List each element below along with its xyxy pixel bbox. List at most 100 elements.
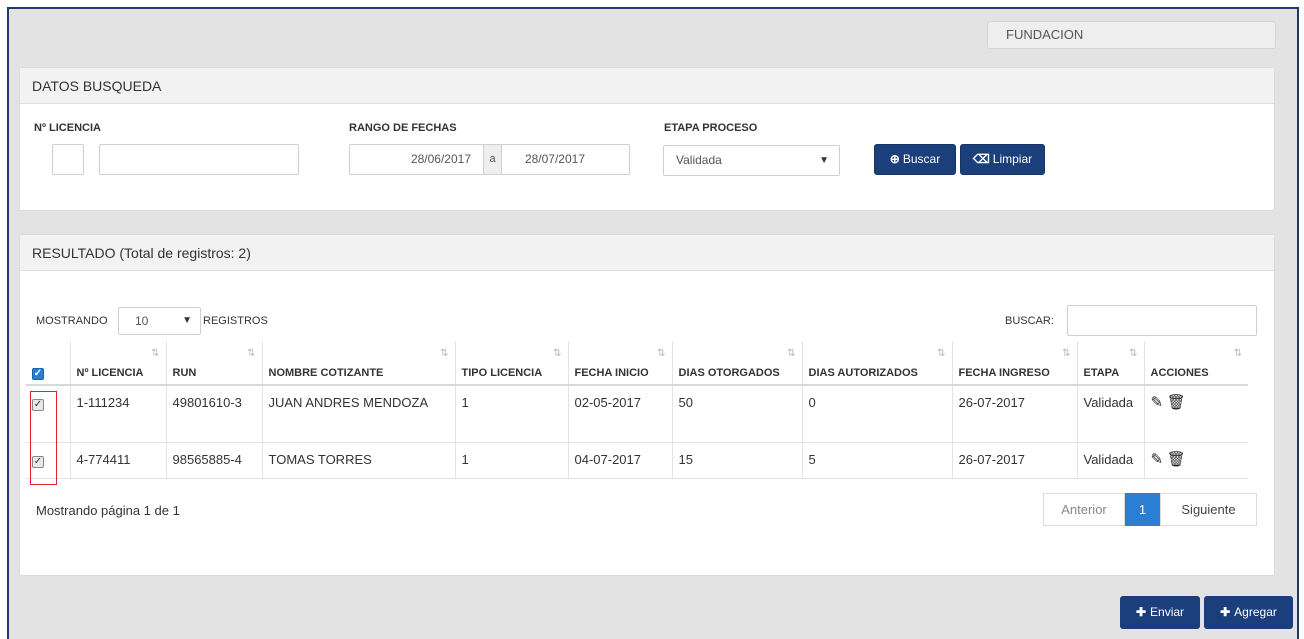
trash-icon[interactable]: 🗑 xyxy=(1167,394,1186,411)
magnifier-icon: ⊕ xyxy=(889,152,900,166)
cell-nombre: TOMAS TORRES xyxy=(262,442,456,479)
date-to-input[interactable]: 28/07/2017 xyxy=(501,144,630,175)
cell-run: 49801610-3 xyxy=(166,385,263,443)
show-label: MOSTRANDO xyxy=(36,315,108,327)
organization-badge: FUNDACION xyxy=(987,21,1276,49)
stage-label: ETAPA PROCESO xyxy=(664,122,758,134)
col-inicio[interactable]: FECHA INICIO ⇅ xyxy=(568,341,673,386)
cell-autorizados: 5 xyxy=(802,442,953,479)
add-button-label: Agregar xyxy=(1234,605,1277,619)
pencil-icon[interactable]: ✎ xyxy=(1151,394,1164,411)
col-run[interactable]: RUN ⇅ xyxy=(166,341,263,386)
app-frame: FUNDACION DATOS BUSQUEDA Nº LICENCIA RAN… xyxy=(7,7,1299,639)
eraser-icon: ⌫ xyxy=(972,152,990,166)
search-panel-title: DATOS BUSQUEDA xyxy=(20,68,1274,104)
sort-icon: ⇅ xyxy=(553,348,562,359)
trash-icon[interactable]: 🗑 xyxy=(1167,451,1186,468)
cell-inicio: 02-05-2017 xyxy=(568,385,673,443)
cell-licencia: 1-111234 xyxy=(70,385,167,443)
records-label: REGISTROS xyxy=(203,315,268,327)
pager-next-button[interactable]: Siguiente xyxy=(1160,493,1257,526)
cell-acciones: ✎ 🗑 xyxy=(1144,385,1248,443)
chevron-down-icon: ▼ xyxy=(182,315,192,326)
cell-etapa: Validada xyxy=(1077,385,1145,443)
date-range-label: RANGO DE FECHAS xyxy=(349,122,457,134)
cell-nombre: JUAN ANDRES MENDOZA xyxy=(262,385,456,443)
table-row: ✓ 4-774411 98565885-4 TOMAS TORRES 1 04-… xyxy=(26,442,1248,479)
sort-icon: ⇅ xyxy=(1062,348,1071,359)
license-label: Nº LICENCIA xyxy=(34,122,101,134)
license-prefix-input[interactable] xyxy=(52,144,84,175)
page-size-value: 10 xyxy=(135,314,149,328)
cell-otorgados: 15 xyxy=(672,442,803,479)
checkbox-highlight-box xyxy=(30,391,57,485)
col-tipo-label: TIPO LICENCIA xyxy=(461,367,543,379)
sort-icon: ⇅ xyxy=(787,348,796,359)
select-all-checkbox[interactable]: ✓ xyxy=(32,368,44,380)
search-button-label: Buscar xyxy=(902,152,941,166)
table-search-input[interactable] xyxy=(1067,305,1257,336)
send-button[interactable]: ✚ Enviar xyxy=(1120,596,1200,629)
col-licencia-label: Nº LICENCIA xyxy=(76,367,144,379)
col-etapa-label: ETAPA xyxy=(1083,367,1120,379)
table-row: ✓ 1-111234 49801610-3 JUAN ANDRES MENDOZ… xyxy=(26,385,1248,443)
col-run-label: RUN xyxy=(172,367,197,379)
cell-ingreso: 26-07-2017 xyxy=(952,385,1078,443)
pager-prev-button[interactable]: Anterior xyxy=(1043,493,1125,526)
sort-icon: ⇅ xyxy=(440,348,449,359)
col-otorgados[interactable]: DIAS OTORGADOS ⇅ xyxy=(672,341,803,386)
page-size-select[interactable]: 10 ▼ xyxy=(118,307,201,335)
col-nombre-label: NOMBRE COTIZANTE xyxy=(268,367,384,379)
cell-tipo: 1 xyxy=(455,442,569,479)
col-acciones[interactable]: ACCIONES ⇅ xyxy=(1144,341,1248,386)
cell-etapa: Validada xyxy=(1077,442,1145,479)
table-search-label: BUSCAR: xyxy=(1005,315,1054,327)
select-all-cell[interactable]: ✓ xyxy=(26,341,71,386)
col-nombre[interactable]: NOMBRE COTIZANTE ⇅ xyxy=(262,341,456,386)
col-ingreso-label: FECHA INGRESO xyxy=(958,367,1050,379)
clear-button[interactable]: ⌫ Limpiar xyxy=(960,144,1045,175)
result-panel-title: RESULTADO (Total de registros: 2) xyxy=(20,235,1274,271)
cell-otorgados: 50 xyxy=(672,385,803,443)
clear-button-label: Limpiar xyxy=(992,152,1033,166)
plus-icon: ✚ xyxy=(1220,605,1231,619)
col-ingreso[interactable]: FECHA INGRESO ⇅ xyxy=(952,341,1078,386)
stage-select[interactable]: Validada ▼ xyxy=(663,145,840,176)
col-etapa[interactable]: ETAPA ⇅ xyxy=(1077,341,1145,386)
date-separator: a xyxy=(483,144,502,175)
sort-icon: ⇅ xyxy=(247,348,256,359)
page-info: Mostrando página 1 de 1 xyxy=(36,503,180,518)
col-licencia[interactable]: Nº LICENCIA ⇅ xyxy=(70,341,167,386)
col-autorizados[interactable]: DIAS AUTORIZADOS ⇅ xyxy=(802,341,953,386)
plus-icon: ✚ xyxy=(1135,605,1147,619)
sort-icon: ⇅ xyxy=(657,348,666,359)
pencil-icon[interactable]: ✎ xyxy=(1151,451,1164,468)
search-panel: DATOS BUSQUEDA xyxy=(19,67,1275,211)
cell-acciones: ✎ 🗑 xyxy=(1144,442,1248,479)
col-tipo[interactable]: TIPO LICENCIA ⇅ xyxy=(455,341,569,386)
table-header-row: ✓ Nº LICENCIA ⇅ RUN ⇅ NOMBRE COTIZANTE ⇅ TI… xyxy=(26,341,1248,386)
sort-icon: ⇅ xyxy=(1129,348,1138,359)
cell-inicio: 04-07-2017 xyxy=(568,442,673,479)
col-autorizados-label: DIAS AUTORIZADOS xyxy=(808,367,918,379)
col-otorgados-label: DIAS OTORGADOS xyxy=(678,367,780,379)
cell-ingreso: 26-07-2017 xyxy=(952,442,1078,479)
cell-run: 98565885-4 xyxy=(166,442,263,479)
sort-icon: ⇅ xyxy=(1233,348,1242,359)
stage-select-value: Validada xyxy=(676,153,722,167)
send-button-label: Enviar xyxy=(1150,605,1185,619)
cell-autorizados: 0 xyxy=(802,385,953,443)
col-inicio-label: FECHA INICIO xyxy=(574,367,649,379)
add-button[interactable]: ✚ Agregar xyxy=(1204,596,1293,629)
pager-page-1[interactable]: 1 xyxy=(1125,493,1160,526)
license-number-input[interactable] xyxy=(99,144,299,175)
sort-icon: ⇅ xyxy=(937,348,946,359)
col-acciones-label: ACCIONES xyxy=(1150,367,1209,379)
sort-icon: ⇅ xyxy=(151,348,160,359)
cell-licencia: 4-774411 xyxy=(70,442,167,479)
results-table: ✓ Nº LICENCIA ⇅ RUN ⇅ NOMBRE COTIZANTE ⇅ TI… xyxy=(26,341,1248,479)
chevron-down-icon: ▼ xyxy=(819,155,829,166)
cell-tipo: 1 xyxy=(455,385,569,443)
date-from-input[interactable]: 28/06/2017 xyxy=(349,144,484,175)
search-button[interactable]: ⊕ Buscar xyxy=(874,144,956,175)
